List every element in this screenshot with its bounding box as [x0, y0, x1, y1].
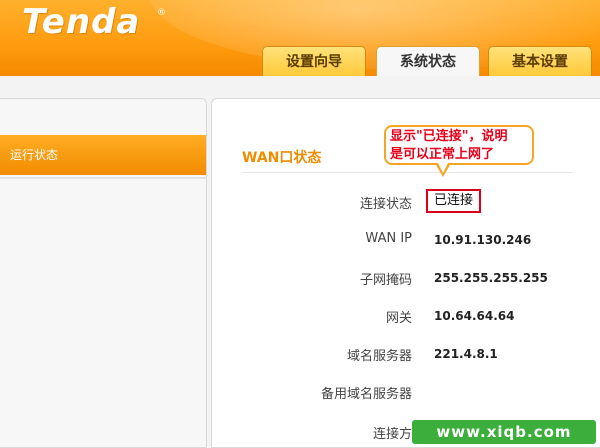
tab-setup-wizard[interactable]: 设置向导	[262, 46, 366, 76]
tenda-logo: Tenda	[22, 2, 141, 42]
subnet-mask-value: 255.255.255.255	[434, 271, 548, 285]
subnet-mask-label: 子网掩码	[359, 273, 412, 288]
site-watermark: www.xiqb.com	[412, 420, 596, 444]
wan-ip-label: WAN IP	[365, 231, 412, 246]
annotation-callout: 显示"已连接"，说明 是可以正常上网了	[384, 125, 534, 177]
tab-basic-settings[interactable]: 基本设置	[488, 46, 592, 76]
annotation-line-1: 显示"已连接"，说明	[390, 129, 508, 144]
connection-status-value: 已连接	[426, 189, 481, 213]
connection-method-label: 连接方	[372, 427, 412, 442]
annotation-line-2: 是可以正常上网了	[390, 147, 495, 162]
section-divider	[242, 172, 572, 173]
sidebar-divider	[0, 177, 206, 179]
callout-tail-inner	[438, 163, 448, 173]
gateway-value: 10.64.64.64	[434, 309, 515, 323]
dns-label: 域名服务器	[346, 349, 412, 364]
dns-value: 221.4.8.1	[434, 347, 498, 361]
section-title: WAN口状态	[242, 150, 322, 166]
header-bar: Tenda ® 设置向导 系统状态 基本设置	[0, 0, 600, 76]
tab-system-status[interactable]: 系统状态	[376, 46, 480, 76]
backup-dns-label: 备用域名服务器	[320, 387, 412, 402]
connection-status-label: 连接状态	[359, 197, 412, 212]
wan-ip-value: 10.91.130.246	[434, 233, 532, 247]
sidebar-item-running-status[interactable]: 运行状态	[0, 135, 206, 175]
sidebar: 运行状态	[0, 98, 207, 448]
registered-mark: ®	[157, 8, 166, 18]
gateway-label: 网关	[385, 311, 412, 326]
